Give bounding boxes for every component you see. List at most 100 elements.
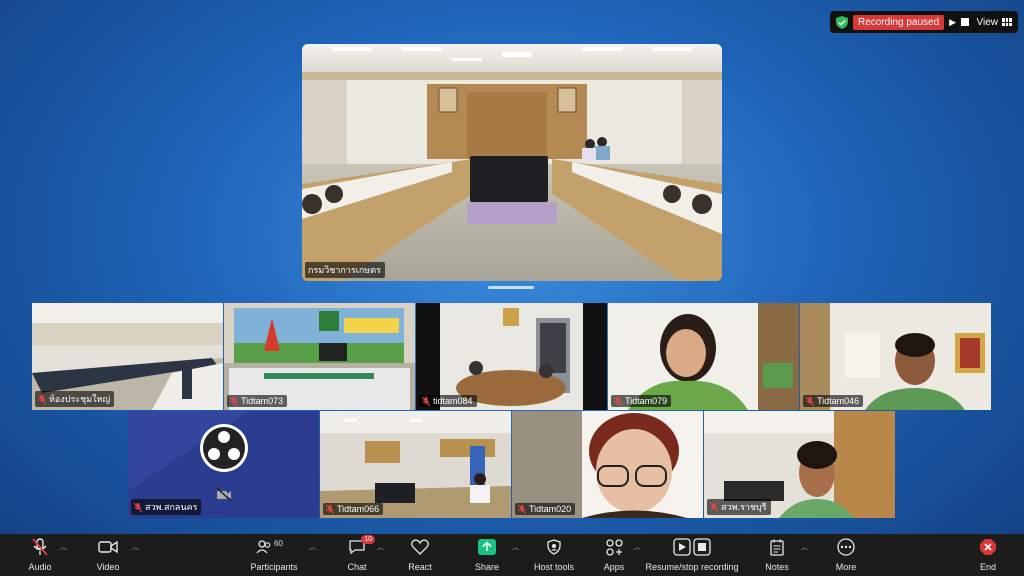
participant-name: สวพ.สกลนคร	[145, 502, 198, 512]
video-off-icon	[216, 488, 232, 501]
more-button[interactable]: More	[831, 538, 861, 572]
participant-tile[interactable]: Tidtam066	[320, 411, 511, 518]
participant-tile[interactable]: Tidtam020	[512, 411, 703, 518]
participants-options-chevron-icon[interactable]: ︿	[309, 542, 316, 552]
share-options-chevron-icon[interactable]: ︿	[512, 542, 519, 552]
participant-name-label: ห้องประชุมใหญ่	[35, 391, 115, 407]
end-call-icon	[980, 539, 996, 555]
mic-muted-icon	[710, 502, 718, 512]
host-shield-icon	[547, 539, 561, 555]
video-name-label: กรมวิชาการเกษตร	[305, 262, 385, 278]
participant-tile[interactable]: ห้องประชุมใหญ่	[32, 303, 223, 410]
active-speaker-video[interactable]: กรมวิชาการเกษตร	[302, 44, 722, 281]
tile-scene	[320, 411, 511, 518]
participants-count: 60	[274, 539, 283, 548]
participant-name: Tidtam020	[529, 504, 572, 514]
participant-name: tidtam084	[433, 396, 473, 406]
notes-button[interactable]: Notes	[763, 538, 791, 572]
share-label: Share	[474, 562, 500, 572]
recording-label: Resume/stop recording	[645, 562, 739, 572]
apps-icon	[605, 538, 623, 556]
resume-recording-icon[interactable]: ▶	[949, 17, 956, 28]
more-label: More	[835, 562, 857, 572]
video-button[interactable]: Video	[92, 538, 124, 572]
view-button[interactable]: View	[976, 16, 1012, 28]
notes-options-chevron-icon[interactable]: ︿	[801, 542, 808, 552]
recording-status-badge: Recording paused	[853, 14, 945, 30]
end-meeting-button[interactable]: End	[974, 538, 1002, 572]
mic-muted-icon	[614, 396, 622, 406]
host-tools-label: Host tools	[533, 562, 575, 572]
share-screen-icon	[478, 539, 496, 555]
participants-icon	[256, 540, 271, 554]
react-label: React	[408, 562, 432, 572]
mic-muted-icon	[806, 396, 814, 406]
video-camera-icon	[98, 540, 118, 554]
stop-recording-icon[interactable]	[961, 18, 970, 26]
meeting-toolbar: Audio ︿ Video ︿ 60 Participants ︿ 10 Cha…	[0, 534, 1024, 576]
view-label: View	[976, 16, 999, 28]
resume-stop-recording-button[interactable]: Resume/stop recording	[644, 538, 740, 572]
host-tools-button[interactable]: Host tools	[530, 538, 578, 572]
share-button[interactable]: Share	[472, 538, 502, 572]
participant-name: สวพ.ราชบุรี	[721, 502, 767, 512]
main-video-label: กรมวิชาการเกษตร	[308, 265, 381, 275]
shield-check-icon	[836, 15, 848, 29]
participant-name: ห้องประชุมใหญ่	[49, 394, 111, 404]
participant-name-label: Tidtam020	[515, 503, 576, 515]
mic-muted-icon	[518, 504, 526, 514]
chat-button[interactable]: 10 Chat	[342, 535, 375, 572]
microphone-muted-icon	[32, 538, 48, 556]
audio-label: Audio	[28, 562, 52, 572]
tile-scene	[608, 303, 799, 410]
participant-name: Tidtam073	[241, 396, 284, 406]
notes-label: Notes	[765, 562, 789, 572]
participant-name-label: tidtam084	[419, 395, 477, 407]
mic-muted-icon	[230, 396, 238, 406]
obs-logo-icon	[200, 424, 248, 472]
mic-muted-icon	[134, 502, 142, 512]
heart-icon	[411, 539, 429, 555]
video-options-chevron-icon[interactable]: ︿	[132, 542, 139, 552]
notes-icon	[770, 539, 784, 556]
participant-tile[interactable]: สวพ.ราชบุรี	[704, 411, 895, 518]
participant-name-label: Tidtam046	[803, 395, 864, 407]
mic-muted-icon	[326, 504, 334, 514]
react-button[interactable]: React	[405, 538, 435, 572]
participant-name: Tidtam066	[337, 504, 380, 514]
chat-options-chevron-icon[interactable]: ︿	[377, 542, 384, 552]
chat-unread-badge: 10	[361, 535, 375, 544]
participant-name: Tidtam046	[817, 396, 860, 406]
end-label: End	[979, 562, 996, 572]
mic-muted-icon	[38, 394, 46, 404]
participant-tile[interactable]: Tidtam046	[800, 303, 991, 410]
grid-view-icon	[1002, 18, 1012, 26]
video-label: Video	[96, 562, 120, 572]
participants-label: Participants	[250, 562, 298, 572]
audio-options-chevron-icon[interactable]: ︿	[60, 542, 67, 552]
participant-tile[interactable]: Tidtam079	[608, 303, 799, 410]
participants-button[interactable]: 60 Participants	[248, 538, 300, 572]
more-ellipsis-icon	[837, 538, 855, 556]
mic-muted-icon	[422, 396, 430, 406]
tile-scene	[416, 303, 607, 410]
participant-tile[interactable]: Tidtam073	[224, 303, 415, 410]
tile-scene	[512, 411, 703, 518]
apps-button[interactable]: Apps	[599, 538, 629, 572]
apps-options-chevron-icon[interactable]: ︿	[634, 542, 641, 552]
apps-label: Apps	[603, 562, 625, 572]
participant-name-label: สวพ.สกลนคร	[131, 499, 202, 515]
participant-name-label: Tidtam079	[611, 395, 672, 407]
participant-tile-video-off[interactable]: สวพ.สกลนคร	[128, 411, 319, 518]
resize-handle[interactable]	[488, 286, 534, 289]
meeting-room-scene	[302, 44, 722, 281]
participant-tile[interactable]: tidtam084	[416, 303, 607, 410]
recording-controls-icon	[673, 538, 711, 556]
participant-name-label: Tidtam073	[227, 395, 288, 407]
recording-status-bar: Recording paused ▶ View	[830, 11, 1018, 33]
participant-name-label: Tidtam066	[323, 503, 384, 515]
tile-scene	[800, 303, 991, 410]
tile-scene	[224, 303, 415, 410]
audio-button[interactable]: Audio	[24, 538, 56, 572]
participant-name-label: สวพ.ราชบุรี	[707, 499, 771, 515]
